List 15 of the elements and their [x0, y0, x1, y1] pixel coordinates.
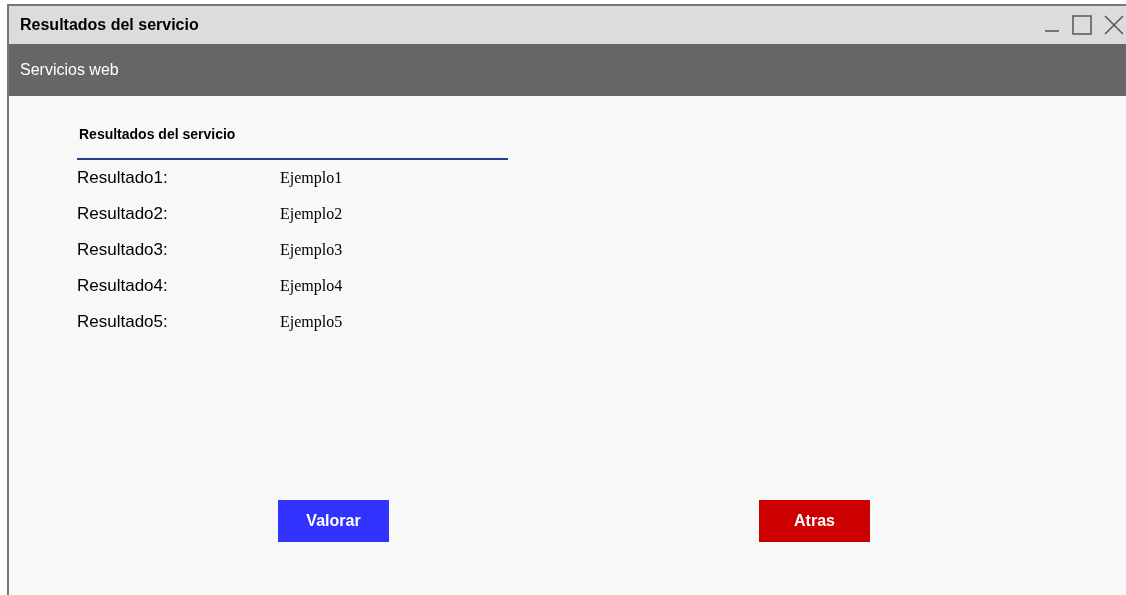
window-title: Resultados del servicio — [20, 15, 199, 35]
result-label: Resultado5: — [77, 311, 169, 334]
result-label: Resultado4: — [77, 275, 169, 298]
header-title: Servicios web — [20, 60, 119, 80]
result-value: Ejemplo2 — [280, 204, 343, 225]
result-value: Ejemplo5 — [280, 312, 343, 333]
result-value: Ejemplo3 — [280, 240, 343, 261]
result-label: Resultado3: — [77, 239, 169, 262]
section-title: Resultados del servicio — [79, 125, 236, 144]
action-button[interactable]: Atras — [759, 500, 870, 542]
result-label: Resultado1: — [77, 167, 169, 190]
result-value: Ejemplo4 — [280, 276, 343, 297]
action-button[interactable]: Valorar — [278, 500, 389, 542]
result-value: Ejemplo1 — [280, 168, 343, 189]
result-label: Resultado2: — [77, 203, 169, 226]
